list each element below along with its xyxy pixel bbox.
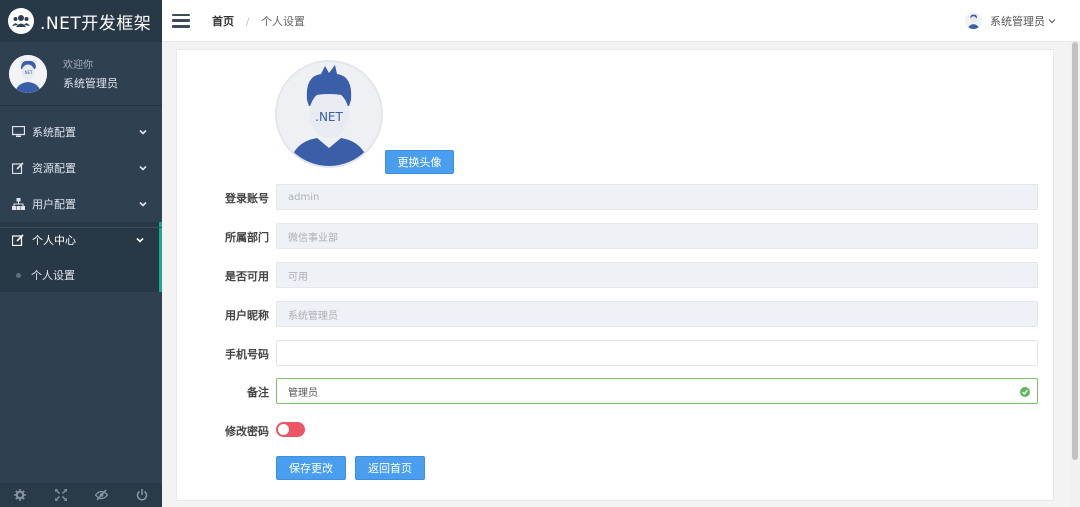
avatar-label: .NET bbox=[315, 110, 343, 124]
field-label: 用户昵称 bbox=[225, 309, 269, 322]
edit-icon bbox=[11, 161, 25, 175]
form-row-nickname: 用户昵称 系统管理员 bbox=[177, 301, 1055, 327]
breadcrumb: 首页 / 个人设置 bbox=[212, 13, 305, 29]
settings-panel: .NET 更换头像 登录账号 admin 所属部门 微信事业部 是否可用 可用 … bbox=[176, 49, 1054, 501]
avatar-text: .NET bbox=[23, 70, 33, 75]
breadcrumb-current: 个人设置 bbox=[261, 14, 306, 28]
user-avatar-icon bbox=[965, 12, 982, 29]
form-row-change-password: 修改密码 bbox=[177, 417, 1055, 443]
bullet-icon bbox=[16, 272, 21, 278]
eye-slash-icon[interactable] bbox=[94, 488, 108, 502]
sidebar-divider bbox=[0, 227, 162, 228]
menu-toggle-icon[interactable] bbox=[172, 13, 190, 28]
change-avatar-button[interactable]: 更换头像 bbox=[385, 150, 454, 174]
gear-icon[interactable] bbox=[13, 488, 27, 502]
sidebar-item-resource-config[interactable]: 资源配置 bbox=[0, 150, 162, 186]
chevron-down-icon bbox=[136, 237, 144, 243]
chevron-down-icon bbox=[139, 201, 147, 207]
profile-name: 系统管理员 bbox=[63, 77, 118, 90]
app-title: .NET开发框架 bbox=[40, 13, 152, 34]
form-row-remark: 备注 管理员 bbox=[177, 378, 1055, 404]
field-label: 登录账号 bbox=[225, 192, 269, 205]
avatar[interactable]: .NET bbox=[9, 54, 47, 93]
user-menu[interactable]: 系统管理员 bbox=[965, 12, 1056, 29]
sidebar-item-label: 用户配置 bbox=[32, 198, 76, 211]
login-account-field[interactable]: admin bbox=[276, 184, 1038, 210]
scrollbar[interactable] bbox=[1070, 42, 1080, 507]
edit-icon bbox=[11, 233, 25, 247]
form-row-enabled: 是否可用 可用 bbox=[177, 262, 1055, 288]
remark-input[interactable]: 管理员 bbox=[276, 378, 1038, 404]
power-icon[interactable] bbox=[135, 488, 149, 502]
sitemap-icon bbox=[11, 197, 25, 211]
department-field[interactable]: 微信事业部 bbox=[276, 223, 1038, 249]
field-label: 备注 bbox=[247, 386, 269, 399]
back-home-button[interactable]: 返回首页 bbox=[355, 456, 425, 480]
users-logo-icon bbox=[8, 8, 34, 34]
monitor-icon bbox=[11, 125, 25, 139]
check-circle-icon bbox=[1020, 387, 1030, 397]
save-button[interactable]: 保存更改 bbox=[276, 456, 346, 480]
sidebar-item-system-config[interactable]: 系统配置 bbox=[0, 114, 162, 150]
breadcrumb-separator: / bbox=[245, 16, 250, 28]
profile-avatar: .NET bbox=[275, 60, 383, 168]
user-menu-name: 系统管理员 bbox=[990, 14, 1045, 28]
field-label: 手机号码 bbox=[225, 348, 269, 361]
sidebar-item-label: 系统配置 bbox=[32, 126, 76, 139]
remark-value: 管理员 bbox=[288, 387, 318, 399]
chevron-down-icon bbox=[139, 165, 147, 171]
phone-input[interactable] bbox=[276, 340, 1038, 366]
sidebar-footer bbox=[0, 483, 162, 507]
sidebar-item-label: 个人中心 bbox=[32, 234, 76, 247]
sidebar-subitem-label: 个人设置 bbox=[31, 269, 75, 282]
toggle-knob bbox=[278, 424, 289, 435]
breadcrumb-home[interactable]: 首页 bbox=[212, 15, 234, 28]
form-row-phone: 手机号码 bbox=[177, 340, 1055, 366]
welcome-text: 欢迎你 bbox=[63, 60, 93, 71]
change-password-toggle[interactable] bbox=[276, 422, 305, 437]
form-row-department: 所属部门 微信事业部 bbox=[177, 223, 1055, 249]
brand[interactable]: .NET开发框架 bbox=[0, 0, 162, 42]
sidebar-item-label: 资源配置 bbox=[32, 162, 76, 175]
form-row-login-account: 登录账号 admin bbox=[177, 184, 1055, 210]
sidebar: .NET开发框架 .NET 欢迎你 系统管理员 系统配置 资源配置 用户配置 个… bbox=[0, 0, 162, 507]
chevron-down-icon bbox=[139, 129, 147, 135]
sidebar-subitem-personal-settings[interactable]: 个人设置 bbox=[0, 258, 162, 292]
chevron-down-icon bbox=[1048, 18, 1056, 23]
field-label: 修改密码 bbox=[225, 425, 269, 438]
field-label: 是否可用 bbox=[225, 270, 269, 283]
expand-icon[interactable] bbox=[54, 488, 68, 502]
enabled-field[interactable]: 可用 bbox=[276, 262, 1038, 288]
field-label: 所属部门 bbox=[225, 231, 269, 244]
scrollbar-thumb[interactable] bbox=[1072, 42, 1078, 460]
nickname-field[interactable]: 系统管理员 bbox=[276, 301, 1038, 327]
sidebar-profile: .NET 欢迎你 系统管理员 bbox=[0, 42, 162, 106]
sidebar-item-user-config[interactable]: 用户配置 bbox=[0, 186, 162, 222]
sidebar-nav: 系统配置 资源配置 用户配置 个人中心 个人设置 bbox=[0, 114, 162, 292]
top-bar: 首页 / 个人设置 系统管理员 bbox=[162, 0, 1080, 42]
